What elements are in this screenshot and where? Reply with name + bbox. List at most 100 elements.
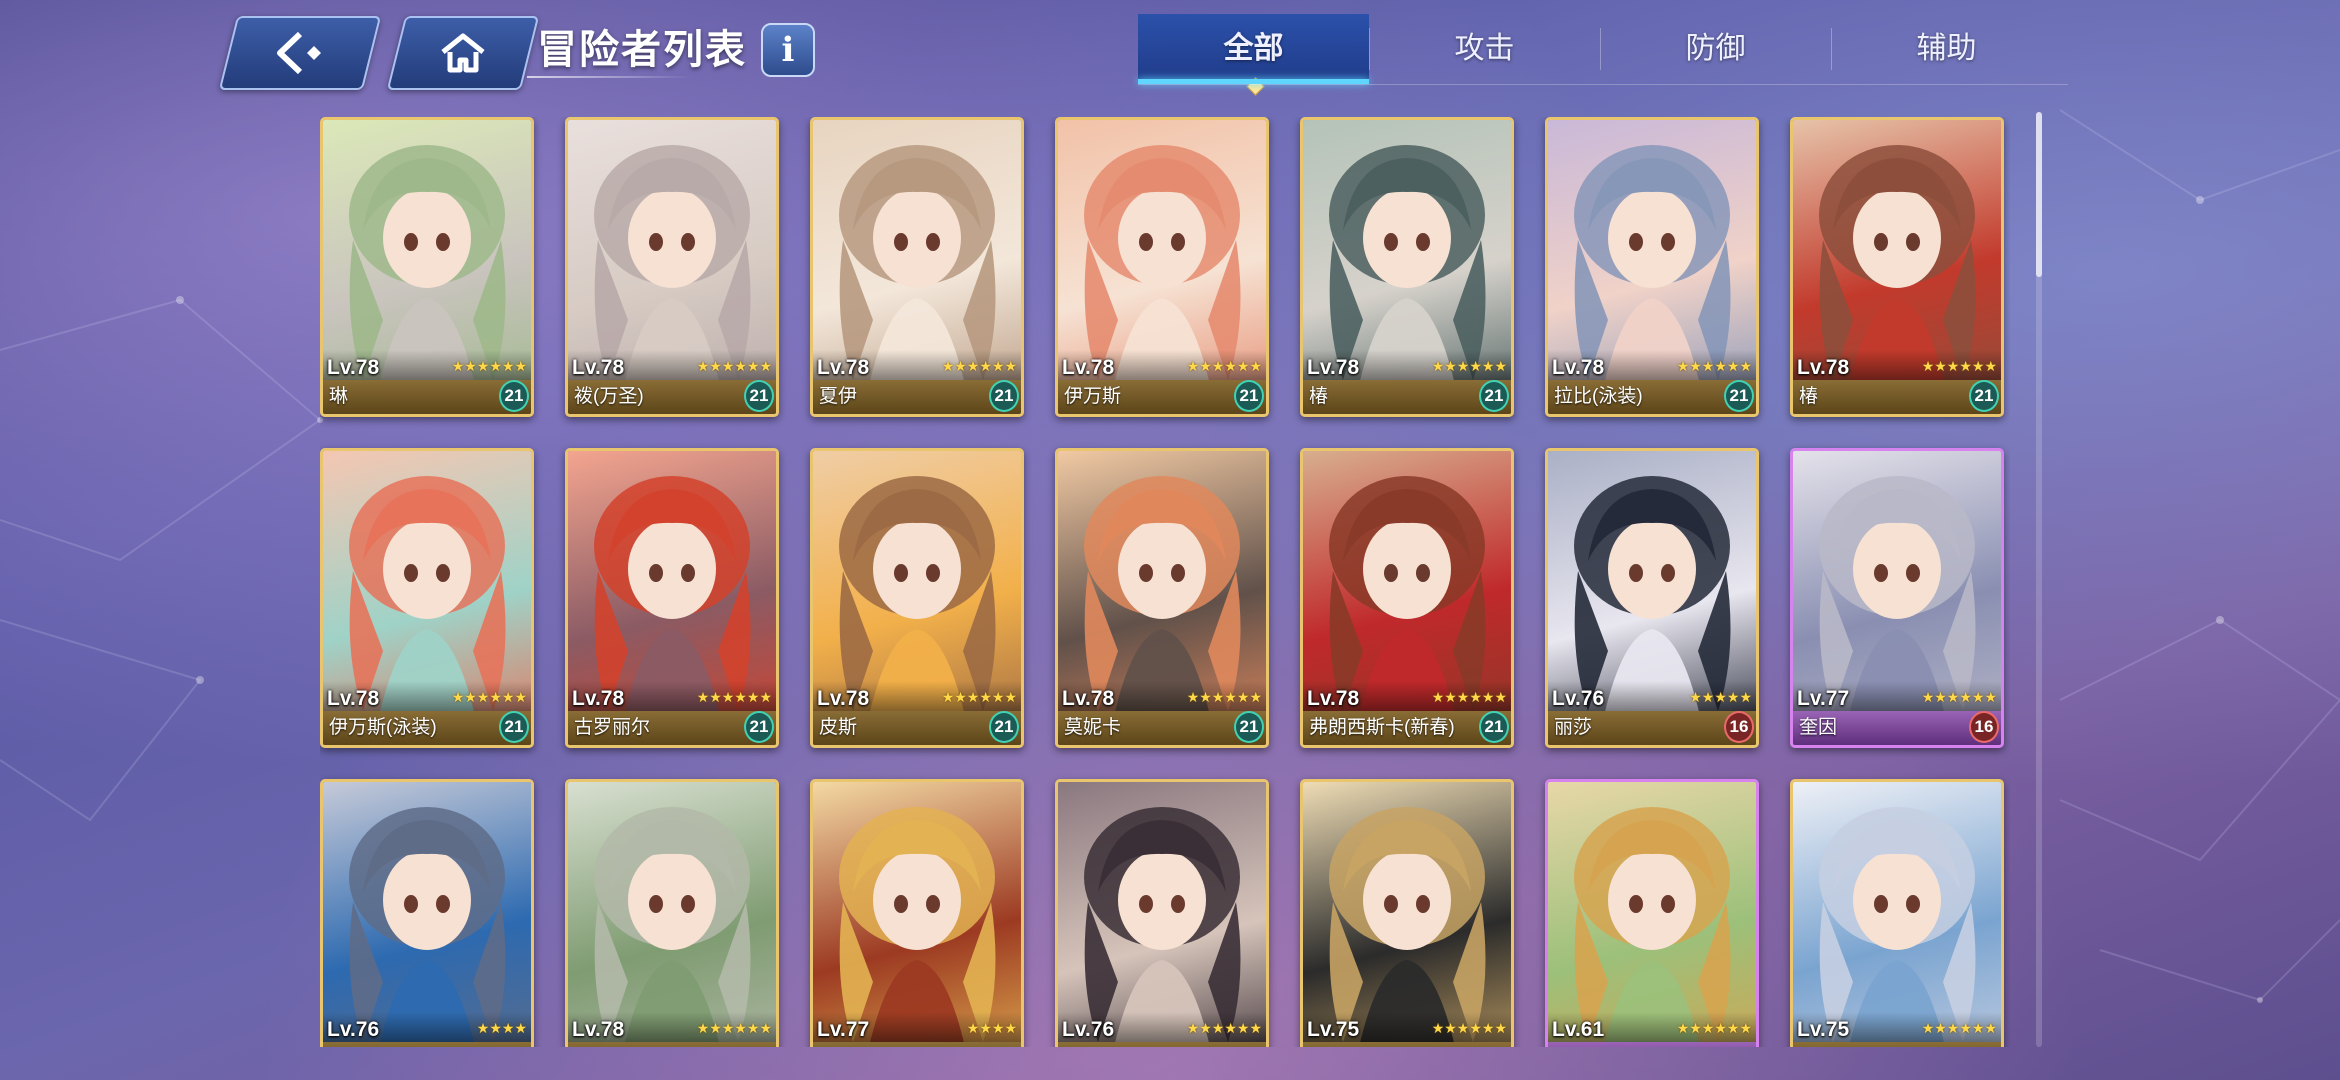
level-label: Lv.76 xyxy=(1062,1018,1115,1041)
level-row: Lv.78 ★★★★★★ xyxy=(323,681,531,711)
adventurer-name: 伊万斯(泳装) xyxy=(329,717,437,738)
level-row: Lv.61 ★★★★★★ xyxy=(1548,1012,1756,1042)
adventurer-card[interactable]: Lv.77 ★★★★★★ 奎因 16 xyxy=(1790,448,2004,748)
level-label: Lv.78 xyxy=(572,356,625,379)
adventurer-portrait xyxy=(568,782,776,1047)
tier-badge: 21 xyxy=(499,380,529,412)
tier-badge: 21 xyxy=(1969,380,1999,412)
name-bar: 拉比(泳装) 21 xyxy=(1548,380,1756,414)
adventurer-card[interactable]: Lv.75 ★★★★★★ xyxy=(1300,779,1514,1047)
name-bar: 丽莎 16 xyxy=(1548,711,1756,745)
adventurer-card[interactable]: Lv.78 ★★★★★★ 伊万斯(泳装) 21 xyxy=(320,448,534,748)
level-label: Lv.78 xyxy=(1062,687,1115,710)
adventurer-card[interactable]: Lv.78 ★★★★★★ 拉比(泳装) 21 xyxy=(1545,117,1759,417)
level-row: Lv.76 ★★★★★★ xyxy=(1058,1012,1266,1042)
star-rating-icon: ★★★★★★ xyxy=(696,358,772,374)
adventurer-grid[interactable]: Lv.78 ★★★★★★ 琳 21 Lv.78 ★★★★★★ 袯(万圣) 21 Lv.78 ★★★… xyxy=(320,117,2010,1047)
tab-label: 攻击 xyxy=(1454,32,1515,65)
adventurer-name: 夏伊 xyxy=(819,386,858,407)
tab-support[interactable]: 辅助 xyxy=(1831,14,2062,84)
adventurer-name: 丽莎 xyxy=(1554,717,1593,738)
name-bar xyxy=(1303,1042,1511,1047)
star-rating-icon: ★★★★★★ xyxy=(941,689,1017,705)
level-label: Lv.78 xyxy=(817,687,870,710)
adventurer-card[interactable]: Lv.61 ★★★★★★ xyxy=(1545,779,1759,1047)
level-label: Lv.78 xyxy=(817,356,870,379)
adventurer-card[interactable]: Lv.78 ★★★★★★ 莫妮卡 21 xyxy=(1055,448,1269,748)
back-button[interactable] xyxy=(218,16,382,90)
level-row: Lv.77 ★★★★★★ xyxy=(1793,681,2001,711)
adventurer-card[interactable]: Lv.78 ★★★★★★ 伊万斯 21 xyxy=(1055,117,1269,417)
name-bar: 袯(万圣) 21 xyxy=(568,380,776,414)
scrollbar-thumb[interactable] xyxy=(2036,112,2042,277)
star-rating-icon: ★★★★★★ xyxy=(1431,689,1507,705)
adventurer-portrait xyxy=(1303,782,1511,1047)
adventurer-card[interactable]: Lv.77 ★★★★ xyxy=(810,779,1024,1047)
level-row: Lv.75 ★★★★★★ xyxy=(1793,1012,2001,1042)
star-rating-icon: ★★★★★★ xyxy=(1676,1020,1752,1036)
adventurer-card[interactable]: Lv.76 ★★★★★★ xyxy=(1055,779,1269,1047)
name-bar xyxy=(1548,1042,1756,1047)
star-rating-icon: ★★★★ xyxy=(476,1020,527,1036)
tier-badge: 21 xyxy=(1479,380,1509,412)
level-row: Lv.78 ★★★★★★ xyxy=(1548,350,1756,380)
adventurer-card[interactable]: Lv.78 ★★★★★★ 袯(万圣) 21 xyxy=(565,117,779,417)
tab-label: 辅助 xyxy=(1916,32,1977,65)
adventurer-name: 奎因 xyxy=(1799,717,1838,738)
home-button[interactable] xyxy=(386,16,540,90)
name-bar: 椿 21 xyxy=(1303,380,1511,414)
tier-badge: 21 xyxy=(744,711,774,743)
level-row: Lv.77 ★★★★ xyxy=(813,1012,1021,1042)
level-label: Lv.78 xyxy=(1062,356,1115,379)
level-row: Lv.78 ★★★★★★ xyxy=(568,681,776,711)
level-label: Lv.78 xyxy=(1307,687,1360,710)
level-row: Lv.78 ★★★★★★ xyxy=(1058,350,1266,380)
tier-badge: 21 xyxy=(744,380,774,412)
star-rating-icon: ★★★★★★ xyxy=(1921,358,1997,374)
adventurer-card[interactable]: Lv.78 ★★★★★★ 椿 21 xyxy=(1790,117,2004,417)
tab-defense[interactable]: 防御 xyxy=(1600,14,1831,84)
name-bar: 伊万斯 21 xyxy=(1058,380,1266,414)
page-title: 冒险者列表 xyxy=(537,28,747,72)
level-row: Lv.75 ★★★★★★ xyxy=(1303,1012,1511,1042)
tier-badge: 21 xyxy=(1234,711,1264,743)
adventurer-name: 袯(万圣) xyxy=(574,386,644,407)
adventurer-card[interactable]: Lv.75 ★★★★★★ xyxy=(1790,779,2004,1047)
star-rating-icon: ★★★★★★ xyxy=(451,358,527,374)
adventurer-card[interactable]: Lv.78 ★★★★★★ 椿 21 xyxy=(1300,117,1514,417)
tier-badge: 21 xyxy=(989,711,1019,743)
adventurer-card[interactable]: Lv.78 ★★★★★★ 夏伊 21 xyxy=(810,117,1024,417)
tab-attack[interactable]: 攻击 xyxy=(1369,14,1600,84)
star-rating-icon: ★★★★★★ xyxy=(1431,358,1507,374)
adventurer-card[interactable]: Lv.78 ★★★★★★ 弗朗西斯卡(新春) 21 xyxy=(1300,448,1514,748)
level-label: Lv.76 xyxy=(327,1018,380,1041)
adventurer-card[interactable]: Lv.78 ★★★★★★ xyxy=(565,779,779,1047)
adventurer-card[interactable]: Lv.78 ★★★★★★ 古罗丽尔 21 xyxy=(565,448,779,748)
name-bar xyxy=(1058,1042,1266,1047)
level-label: Lv.78 xyxy=(1307,356,1360,379)
adventurer-card[interactable]: Lv.78 ★★★★★★ 皮斯 21 xyxy=(810,448,1024,748)
level-row: Lv.78 ★★★★★★ xyxy=(568,1012,776,1042)
adventurer-name: 皮斯 xyxy=(819,717,858,738)
tab-all[interactable]: 全部 xyxy=(1138,14,1369,96)
star-rating-icon: ★★★★★★ xyxy=(1921,689,1997,705)
tabs-divider xyxy=(1138,84,2068,85)
back-icon xyxy=(277,31,321,75)
name-bar: 琳 21 xyxy=(323,380,531,414)
adventurer-card[interactable]: Lv.76 ★★★★ xyxy=(320,779,534,1047)
star-rating-icon: ★★★★★★ xyxy=(941,358,1017,374)
tier-badge: 21 xyxy=(499,711,529,743)
level-label: Lv.76 xyxy=(1552,687,1605,710)
name-bar: 弗朗西斯卡(新春) 21 xyxy=(1303,711,1511,745)
adventurer-name: 拉比(泳装) xyxy=(1554,386,1643,407)
tier-badge: 21 xyxy=(1234,380,1264,412)
adventurer-card[interactable]: Lv.78 ★★★★★★ 琳 21 xyxy=(320,117,534,417)
star-rating-icon: ★★★★★★ xyxy=(1676,358,1752,374)
info-button[interactable]: i xyxy=(761,23,815,77)
name-bar: 伊万斯(泳装) 21 xyxy=(323,711,531,745)
level-row: Lv.78 ★★★★★★ xyxy=(1303,350,1511,380)
adventurer-card[interactable]: Lv.76 ★★★★★ 丽莎 16 xyxy=(1545,448,1759,748)
level-label: Lv.61 xyxy=(1552,1018,1605,1041)
star-rating-icon: ★★★★★★ xyxy=(451,689,527,705)
level-label: Lv.75 xyxy=(1797,1018,1850,1041)
